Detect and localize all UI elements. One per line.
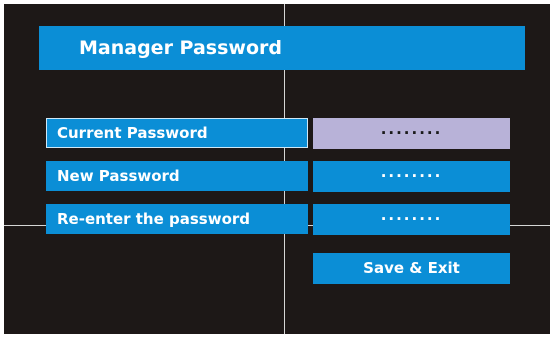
- current-password-field[interactable]: ········: [313, 118, 510, 149]
- dialog-title: Manager Password: [39, 26, 525, 70]
- reenter-password-label[interactable]: Re-enter the password: [46, 204, 308, 234]
- new-password-field[interactable]: ········: [313, 161, 510, 192]
- dialog-screen: Manager Password Current Password ······…: [4, 4, 550, 334]
- new-password-label[interactable]: New Password: [46, 161, 308, 191]
- save-exit-button[interactable]: Save & Exit: [313, 253, 510, 284]
- reenter-password-field[interactable]: ········: [313, 204, 510, 235]
- current-password-label[interactable]: Current Password: [46, 118, 308, 148]
